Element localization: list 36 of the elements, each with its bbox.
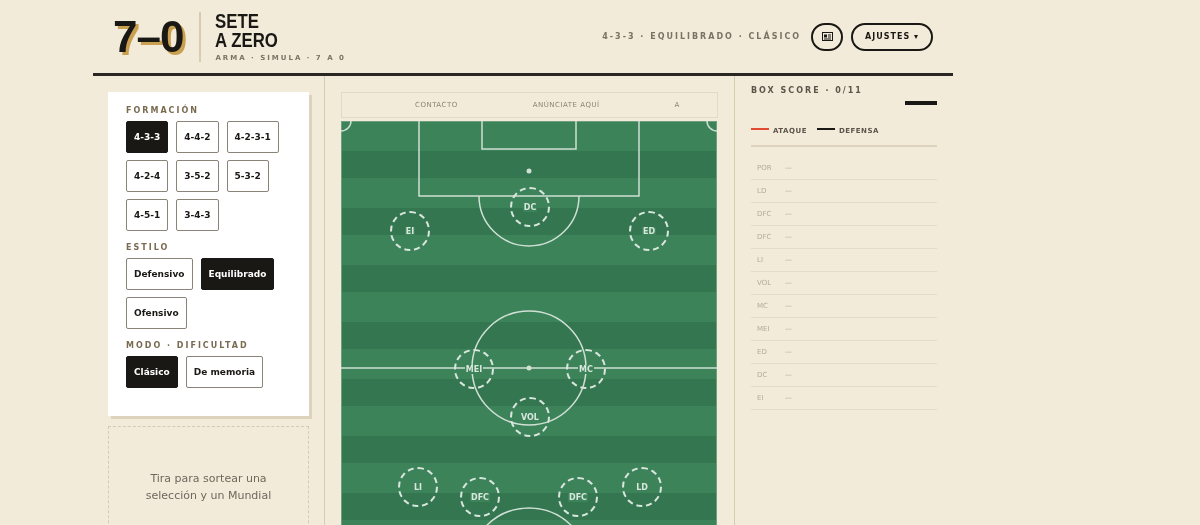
option-button[interactable]: 3-4-3 — [176, 199, 219, 231]
option-button[interactable]: Clásico — [126, 356, 178, 388]
option-button[interactable]: 4-2-4 — [126, 160, 169, 192]
option-button[interactable]: Ofensivo — [126, 297, 187, 329]
option-button[interactable]: 4-3-3 — [126, 121, 169, 153]
section-title: FORMACIÓN — [126, 106, 200, 115]
id-card-icon — [821, 32, 833, 41]
option-button[interactable]: 4-2-3-1 — [226, 121, 279, 153]
player-slot[interactable]: MEI — [454, 349, 494, 389]
settings-button[interactable]: AJUSTES ▾ — [851, 22, 933, 51]
setup-summary: 4-3-3 · EQUILIBRADO · CLÁSICO — [602, 32, 802, 41]
player-slot[interactable]: MC — [566, 349, 606, 389]
player-slot[interactable]: VOL — [510, 397, 550, 437]
player-slot[interactable]: EI — [390, 211, 430, 251]
logo: 7–0 — [113, 11, 184, 62]
player-slot[interactable]: DFC — [460, 477, 500, 517]
player-slot[interactable]: ED — [629, 211, 669, 251]
section-title: ESTILO — [126, 243, 171, 252]
option-button[interactable]: 4-4-2 — [176, 121, 219, 153]
option-button[interactable]: Equilibrado — [200, 258, 275, 290]
box-score-title: BOX SCORE · 0/11 — [751, 86, 864, 95]
player-slot[interactable]: DFC — [558, 477, 598, 517]
site-title: SETE — [215, 11, 261, 30]
option-button[interactable]: De memoria — [185, 356, 264, 388]
player-slot[interactable]: DC — [510, 187, 550, 227]
player-slot[interactable]: LI — [398, 467, 438, 507]
option-button[interactable]: Defensivo — [126, 258, 193, 290]
draw-prompt[interactable]: Tira para sortear una selección y un Mundial — [108, 426, 309, 525]
score-bar — [905, 101, 937, 105]
section-title: MODO · DIFICULTAD — [126, 341, 250, 350]
site-title: A ZERO — [215, 30, 280, 49]
option-button[interactable]: 3-5-2 — [176, 160, 219, 192]
option-button[interactable]: 5-3-2 — [226, 160, 269, 192]
option-button[interactable]: 4-5-1 — [126, 199, 169, 231]
card-button[interactable] — [811, 22, 844, 51]
player-slot[interactable]: LD — [622, 467, 662, 507]
